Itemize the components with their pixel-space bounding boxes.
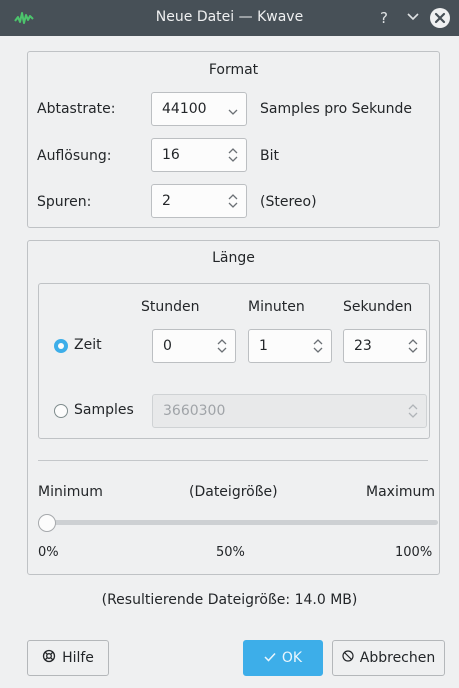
help-icon[interactable]: ? [374,8,394,28]
help-button[interactable]: Hilfe [27,640,109,676]
ok-button-label: OK [281,650,303,666]
minutes-value: 1 [259,338,268,354]
tracks-unit: (Stereo) [260,194,317,210]
tracks-spinbox[interactable]: 2 [151,184,247,218]
checkmark-icon [264,650,276,666]
length-divider [38,460,428,461]
length-group: Länge Stunden Minuten Sekunden Zeit 0 1 … [27,240,440,575]
spin-arrows-icon [408,403,418,423]
seconds-header: Sekunden [343,299,413,315]
slider-tick-100: 100% [395,545,433,560]
seconds-value: 23 [354,338,372,354]
minutes-spinbox[interactable]: 1 [248,329,332,363]
resolution-value: 16 [162,147,180,163]
file-size-slider-handle[interactable] [38,514,56,532]
samples-value: 3660300 [163,403,226,419]
tracks-label: Spuren: [37,194,92,210]
ok-button[interactable]: OK [243,640,323,676]
samples-spinbox[interactable]: 3660300 [152,394,427,428]
sample-rate-unit: Samples pro Sekunde [260,101,413,117]
time-radio[interactable] [54,339,68,353]
duration-inner-frame: Stunden Minuten Sekunden Zeit 0 1 23 Sam… [38,283,430,439]
resulting-file-size: (Resultierende Dateigröße: 14.0 MB) [101,592,358,608]
resolution-unit: Bit [260,148,279,164]
minutes-header: Minuten [248,299,305,315]
cancel-button-label: Abbrechen [359,650,436,666]
hours-value: 0 [163,338,172,354]
spin-arrows-icon[interactable] [408,338,418,358]
tracks-value: 2 [162,193,171,209]
length-group-title: Länge [212,250,255,266]
spin-arrows-icon[interactable] [313,338,323,358]
sample-rate-value: 44100 [162,101,207,117]
size-mid-label: (Dateigröße) [189,484,278,500]
title-bar: Neue Datei — Kwave ? [0,0,459,36]
help-button-label: Hilfe [62,650,94,666]
sample-rate-combobox[interactable]: 44100 [151,92,247,126]
format-group-title: Format [208,62,259,78]
close-icon[interactable] [430,8,450,28]
cancel-icon [342,650,354,666]
minimize-icon[interactable] [403,8,423,28]
samples-radio[interactable] [54,404,68,418]
slider-tick-0: 0% [38,545,59,560]
chevron-down-icon [228,105,238,120]
spin-arrows-icon[interactable] [228,147,238,167]
resolution-label: Auflösung: [37,148,112,164]
samples-radio-label[interactable]: Samples [74,402,134,418]
size-max-label: Maximum [366,484,435,500]
seconds-spinbox[interactable]: 23 [343,329,427,363]
file-size-slider-track[interactable] [38,520,438,525]
format-group: Format Abtastrate: 44100 Samples pro Sek… [27,51,440,228]
slider-tick-50: 50% [216,545,245,560]
spin-arrows-icon[interactable] [228,193,238,213]
resolution-spinbox[interactable]: 16 [151,138,247,172]
time-radio-label[interactable]: Zeit [74,337,102,353]
sample-rate-label: Abtastrate: [37,101,116,117]
hours-header: Stunden [141,299,200,315]
spin-arrows-icon[interactable] [217,338,227,358]
cancel-button[interactable]: Abbrechen [332,640,445,676]
hours-spinbox[interactable]: 0 [152,329,236,363]
help-lifebuoy-icon [42,649,56,667]
size-min-label: Minimum [38,484,103,500]
